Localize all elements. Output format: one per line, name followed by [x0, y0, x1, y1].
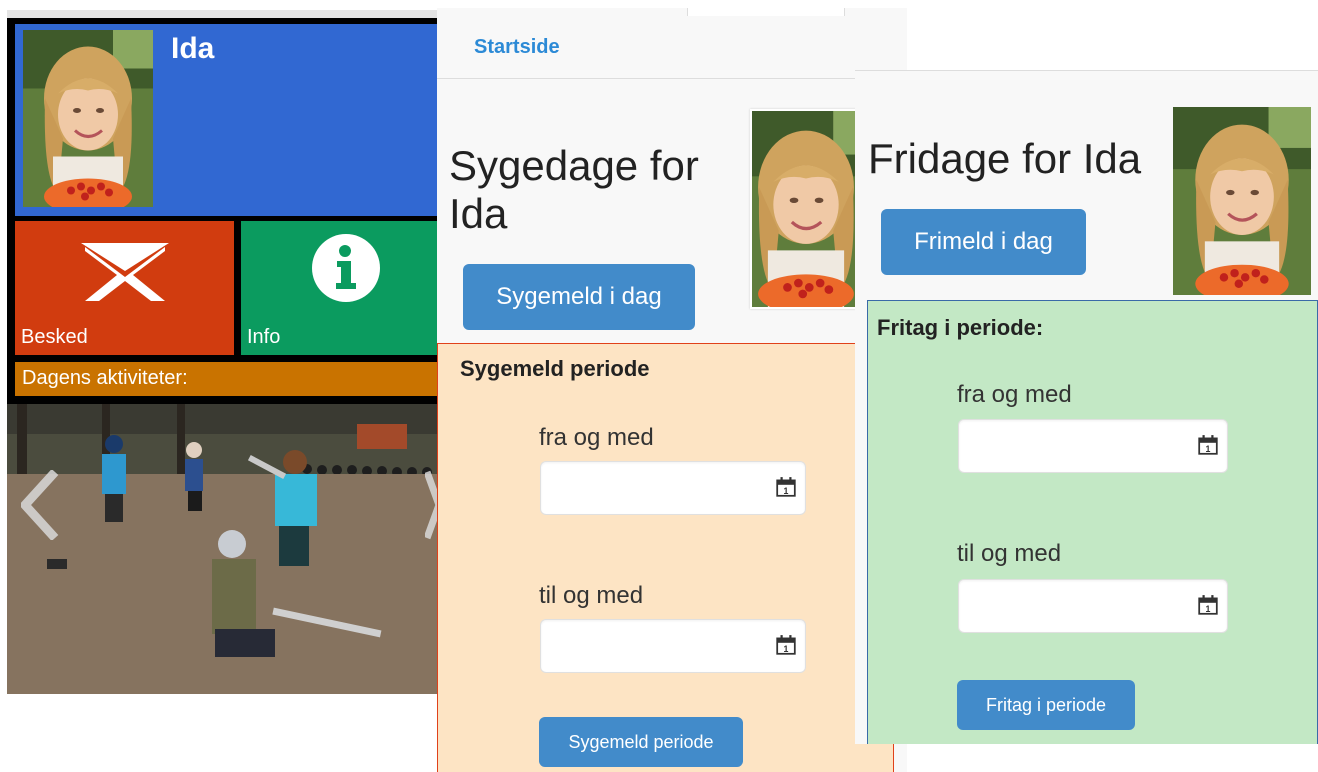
from-label: fra og med: [539, 424, 654, 451]
sick-today-button[interactable]: Sygemeld i dag: [463, 264, 695, 330]
calendar-icon[interactable]: [775, 634, 797, 656]
calendar-icon[interactable]: [775, 476, 797, 498]
dayoff-period-submit-button[interactable]: Fritag i periode: [957, 680, 1135, 730]
from-date-input[interactable]: [969, 420, 1173, 470]
to-date-input[interactable]: [969, 580, 1173, 630]
nav-tab: [687, 8, 845, 16]
from-date-field[interactable]: [540, 461, 806, 515]
to-date-field[interactable]: [958, 579, 1228, 633]
message-tile-label: Besked: [21, 326, 88, 348]
dayoff-today-button[interactable]: Frimeld i dag: [881, 209, 1086, 275]
home-screen: Ida Besked Info Dagens aktiviteter:: [7, 10, 438, 694]
to-label: til og med: [957, 540, 1062, 567]
to-label: til og med: [539, 582, 644, 609]
page-title: Sygedage for Ida: [449, 142, 699, 237]
calendar-icon[interactable]: [1197, 434, 1219, 456]
chevron-left-icon[interactable]: [21, 470, 61, 540]
page-title: Fridage for Ida: [868, 135, 1142, 182]
to-date-input[interactable]: [551, 620, 755, 670]
days-off-screen: Fridage for Ida Frimeld i dag Fritag i p…: [855, 70, 1318, 744]
to-date-field[interactable]: [540, 619, 806, 673]
envelope-icon: [81, 243, 169, 301]
activities-label: Dagens aktiviteter:: [22, 367, 188, 389]
sick-period-panel: Sygemeld periode fra og med til og med S…: [437, 343, 894, 772]
from-label: fra og med: [957, 381, 1072, 408]
child-name: Ida: [171, 32, 215, 65]
info-tile-label: Info: [247, 326, 281, 348]
sick-days-screen: Startside Sygedage for Ida Sygemeld i da…: [437, 8, 907, 772]
info-icon: [312, 234, 380, 302]
navbar: Startside: [437, 8, 907, 79]
nav-home-link[interactable]: Startside: [474, 36, 560, 59]
dayoff-period-panel: Fritag i periode: fra og med til og med …: [867, 300, 1318, 744]
child-photo: [23, 30, 153, 207]
message-tile[interactable]: Besked: [15, 221, 234, 355]
profile-tile[interactable]: Ida: [15, 24, 438, 216]
info-tile[interactable]: Info: [241, 221, 438, 355]
sick-period-title: Sygemeld periode: [460, 356, 650, 381]
calendar-icon[interactable]: [1197, 594, 1219, 616]
from-date-field[interactable]: [958, 419, 1228, 473]
sick-period-submit-button[interactable]: Sygemeld periode: [539, 717, 743, 767]
from-date-input[interactable]: [551, 462, 755, 512]
status-strip: [7, 10, 438, 18]
child-photo: [750, 109, 862, 309]
activities-tile[interactable]: Dagens aktiviteter:: [15, 362, 438, 396]
dayoff-period-title: Fritag i periode:: [877, 315, 1044, 340]
child-photo: [1173, 107, 1311, 295]
activity-photo: [7, 404, 438, 694]
